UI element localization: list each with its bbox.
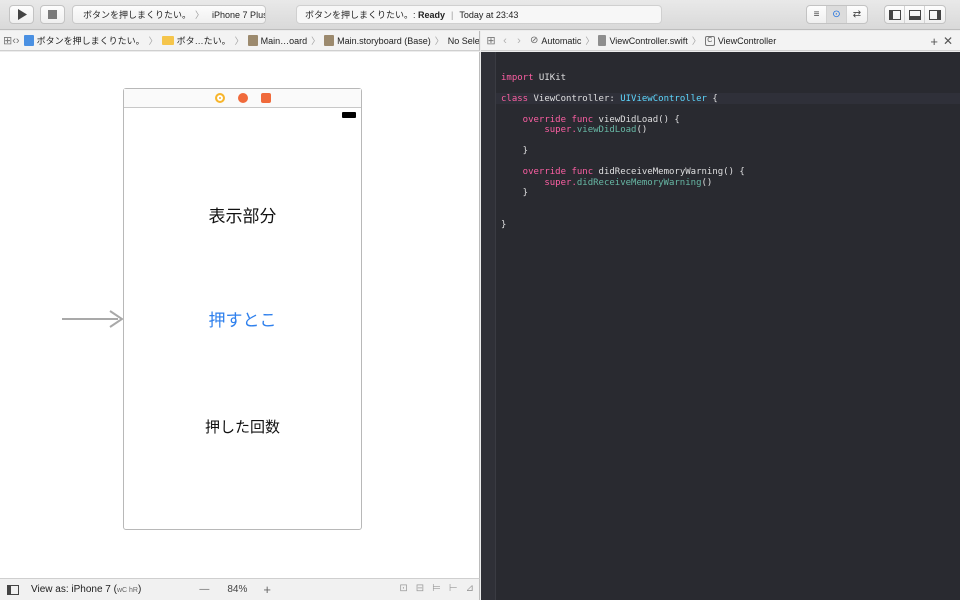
code-keyword: import xyxy=(501,72,534,83)
swift-code[interactable]: import UIKit class ViewController: UIVie… xyxy=(501,62,745,241)
code-text: { xyxy=(706,93,718,104)
assistant-mode-icon: ⊘ xyxy=(530,35,539,46)
chevron-right-icon: 〉 xyxy=(691,36,701,46)
storyboard-jump-bar: ⊞ ‹ › ボタンを押しまくりたい。 〉 ボタ…たい。 〉 Main…oard … xyxy=(0,31,480,51)
code-text: () xyxy=(636,125,648,135)
version-editor-icon[interactable]: ⇄ xyxy=(847,6,867,23)
storyboard-file-icon xyxy=(247,35,258,46)
main-toolbar: ボタンを押しまくりたい。 〉 iPhone 7 Plus ボタンを押しまくりたい… xyxy=(0,0,960,30)
panels-control[interactable] xyxy=(884,5,946,24)
stop-button[interactable] xyxy=(40,5,65,24)
first-responder-icon[interactable] xyxy=(237,93,248,103)
view-controller-scene[interactable]: 表示部分 押すとこ 押した回数 xyxy=(123,88,362,530)
jump-item-group[interactable]: ボタ…たい。 xyxy=(161,34,231,47)
document-outline-toggle-icon[interactable] xyxy=(7,584,19,595)
zoom-in-button[interactable]: + xyxy=(263,582,271,597)
device-name: iPhone 7 Plus xyxy=(212,9,266,20)
related-items-icon[interactable]: ⊞ xyxy=(484,34,498,47)
exit-icon[interactable] xyxy=(260,93,271,103)
jump-item-storyboard-base[interactable]: Main.storyboard (Base) xyxy=(324,35,431,46)
jump-item-project[interactable]: ボタンを押しまくりたい。 xyxy=(23,34,145,47)
resolve-autolayout-icon[interactable]: ⊿ xyxy=(466,583,474,594)
editor-mode-control[interactable]: ≡ ⊙ ⇄ xyxy=(806,5,868,24)
code-text: viewDidLoad() { xyxy=(593,114,680,125)
code-text: } xyxy=(501,219,507,230)
jump-item-automatic[interactable]: ⊘ Automatic xyxy=(530,35,581,46)
chevron-right-icon: 〉 xyxy=(434,36,444,46)
run-button[interactable] xyxy=(9,5,34,24)
editor-gutter xyxy=(481,52,496,600)
zoom-out-button[interactable]: — xyxy=(199,584,209,595)
jump-item-selection[interactable]: No Selection xyxy=(448,36,479,46)
source-editor[interactable]: import UIKit class ViewController: UIVie… xyxy=(481,52,960,600)
jump-item-swift-file[interactable]: ViewController.swift xyxy=(598,35,688,46)
view-controller-icon[interactable] xyxy=(214,93,225,103)
folder-icon xyxy=(161,36,174,45)
navigator-toggle-icon[interactable] xyxy=(885,6,905,23)
chevron-right-icon: 〉 xyxy=(148,36,158,46)
code-keyword: override func xyxy=(501,114,594,125)
back-icon[interactable]: ‹ xyxy=(498,35,512,47)
align-icon[interactable]: ⊨ xyxy=(432,583,441,594)
code-type: UIViewController xyxy=(620,93,707,104)
close-editor-icon[interactable]: ✕ xyxy=(943,34,953,48)
update-frames-icon[interactable]: ⊡ xyxy=(399,583,407,594)
storyboard-canvas[interactable]: 表示部分 押すとこ 押した回数 xyxy=(0,52,480,578)
embed-in-stack-icon[interactable]: ⊟ xyxy=(416,583,424,594)
code-text: () xyxy=(701,177,713,188)
battery-icon xyxy=(342,112,356,118)
code-keyword: override func xyxy=(501,167,594,177)
code-text: didReceiveMemoryWarning() { xyxy=(593,167,745,177)
chevron-right-icon: 〉 xyxy=(585,36,595,46)
assistant-jump-bar: ⊞ ‹ › ⊘ Automatic 〉 ViewController.swift… xyxy=(481,31,960,51)
display-label[interactable]: 表示部分 xyxy=(124,202,361,227)
canvas-bottom-bar: View as: iPhone 7 (wC hR) — 84% + ⊡ ⊟ ⊨ … xyxy=(0,578,480,600)
status-time: Today at 23:43 xyxy=(459,9,519,20)
press-button[interactable]: 押すとこ xyxy=(124,306,361,331)
status-state: Ready xyxy=(418,9,446,20)
stop-icon xyxy=(48,10,57,19)
chevron-right-icon: 〉 xyxy=(195,10,205,20)
jump-item-storyboard[interactable]: Main…oard xyxy=(247,35,307,46)
related-items-icon[interactable]: ⊞ xyxy=(3,34,12,47)
chevron-right-icon: 〉 xyxy=(311,36,321,46)
forward-icon[interactable]: › xyxy=(512,35,526,47)
code-method: viewDidLoad xyxy=(576,125,637,135)
play-icon xyxy=(17,9,27,20)
code-text: UIKit xyxy=(533,72,567,83)
project-icon xyxy=(23,35,34,46)
view-as-label[interactable]: View as: iPhone 7 (wC hR) xyxy=(31,584,141,595)
code-keyword: super. xyxy=(501,125,577,135)
arrow-head-icon xyxy=(109,310,123,328)
code-method: didReceiveMemoryWarning xyxy=(576,177,702,188)
chevron-right-icon: 〉 xyxy=(234,36,244,46)
code-text: ViewController: xyxy=(528,93,621,104)
code-keyword: super. xyxy=(501,177,577,188)
storyboard-file-icon xyxy=(324,35,335,46)
standard-editor-icon[interactable]: ≡ xyxy=(807,6,827,23)
utilities-toggle-icon[interactable] xyxy=(925,6,945,23)
pin-icon[interactable]: ⊢ xyxy=(449,583,458,594)
zoom-level: 84% xyxy=(227,584,248,595)
count-label[interactable]: 押した回数 xyxy=(124,416,361,437)
class-icon: C xyxy=(704,35,715,46)
activity-status: ボタンを押しまくりたい。: Ready | Today at 23:43 xyxy=(296,5,662,24)
status-project: ボタンを押しまくりたい。: xyxy=(305,10,416,20)
code-text: } xyxy=(501,146,529,156)
debug-area-toggle-icon[interactable] xyxy=(905,6,925,23)
code-text: } xyxy=(501,188,529,198)
add-editor-icon[interactable]: + xyxy=(930,34,938,49)
assistant-editor-icon[interactable]: ⊙ xyxy=(827,6,847,23)
swift-file-icon xyxy=(598,35,607,46)
jump-item-class[interactable]: C ViewController xyxy=(704,35,776,46)
scheme-selector[interactable]: ボタンを押しまくりたい。 〉 iPhone 7 Plus xyxy=(72,5,266,24)
scene-dock xyxy=(124,89,361,108)
code-keyword: class xyxy=(501,93,529,104)
scheme-name: ボタンを押しまくりたい。 xyxy=(83,10,192,20)
forward-icon[interactable]: › xyxy=(16,35,20,47)
